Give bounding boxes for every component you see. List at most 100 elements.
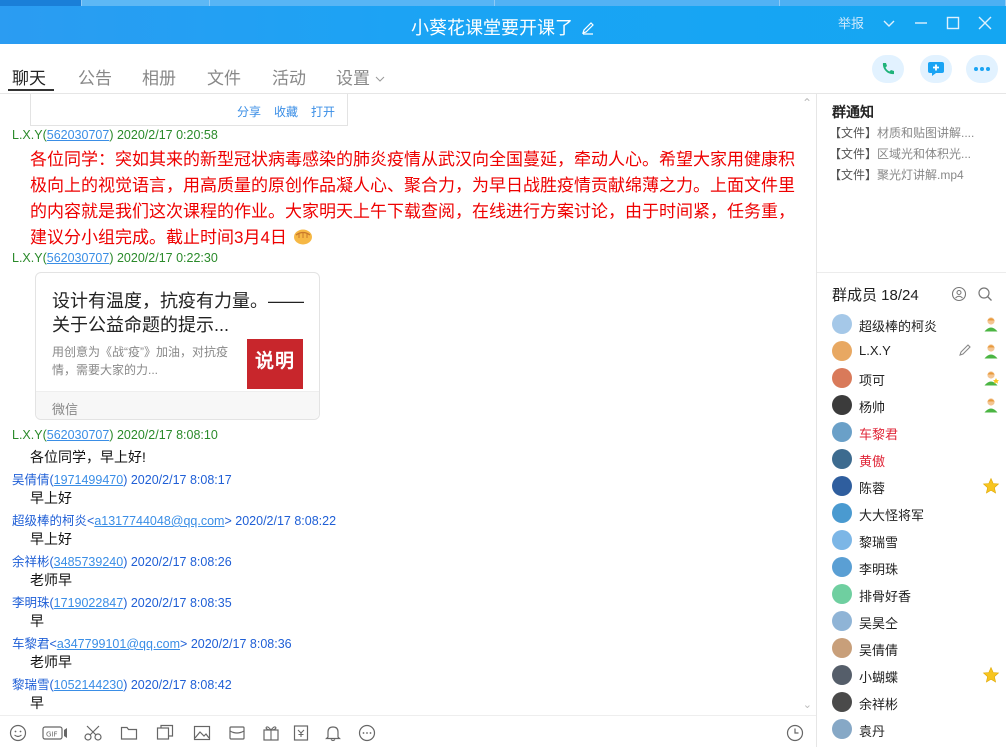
- member-item[interactable]: 余祥彬: [832, 691, 1002, 713]
- image-icon[interactable]: [193, 724, 211, 742]
- payment-icon[interactable]: [292, 724, 310, 742]
- member-item[interactable]: 袁丹: [832, 718, 1002, 740]
- member-item[interactable]: 超级棒的柯炎: [832, 313, 1002, 335]
- notice-item[interactable]: 【文件】聚光灯讲解.mp4: [829, 166, 1001, 183]
- more-button[interactable]: [966, 55, 998, 83]
- avatar: [832, 476, 852, 496]
- search-icon[interactable]: [977, 286, 993, 302]
- notice-item[interactable]: 【文件】区域光和体积光...: [829, 145, 1001, 162]
- admin-badge-icon: [984, 398, 998, 413]
- avatar: [832, 341, 852, 361]
- right-panel: 群通知 【文件】材质和贴图讲解.... 【文件】区域光和体积光... 【文件】聚…: [816, 94, 1006, 747]
- header-tabs: 聊天 公告 相册 文件 活动 设置: [0, 44, 1006, 94]
- member-name: 吴倩倩: [859, 643, 899, 658]
- member-name: L.X.Y: [859, 343, 891, 358]
- member-name: 小蝴蝶: [859, 670, 899, 685]
- avatar: [832, 584, 852, 604]
- open-link[interactable]: 打开: [311, 103, 335, 120]
- history-clock-icon[interactable]: [786, 724, 804, 742]
- link-card-footer: 微信: [36, 391, 319, 419]
- red-packet-icon[interactable]: [228, 724, 246, 742]
- notice-item[interactable]: 【文件】材质和贴图讲解....: [829, 124, 1001, 141]
- member-name: 车黎君: [859, 427, 899, 442]
- member-name: 李明珠: [859, 562, 899, 577]
- member-item[interactable]: 吴昊仝: [832, 610, 1002, 632]
- invite-member-icon[interactable]: [951, 286, 967, 302]
- message-meta: 李明珠(1719022847) 2020/2/17 8:08:35: [12, 596, 232, 610]
- announcement-message: 各位同学：突如其来的新型冠状病毒感染的肺炎疫情从武汉向全国蔓延，牵动人心。希望大…: [30, 150, 795, 247]
- emoji-icon[interactable]: [9, 724, 27, 742]
- message-meta: 吴倩倩(1971499470) 2020/2/17 8:08:17: [12, 473, 232, 487]
- message-text: 早上好: [30, 490, 72, 506]
- gif-icon[interactable]: GIF: [42, 724, 68, 742]
- gift-icon[interactable]: [262, 724, 280, 742]
- avatar: [832, 665, 852, 685]
- tab-activity[interactable]: 活动: [272, 64, 306, 89]
- member-item[interactable]: 排骨好香: [832, 583, 1002, 605]
- chat-area[interactable]: 分享 收藏 打开 ⌃ L.X.Y(562030707) 2020/2/17 0:…: [0, 94, 816, 713]
- tab-chat[interactable]: 聊天: [12, 64, 46, 89]
- member-item[interactable]: 车黎君: [832, 421, 1002, 443]
- message-meta: 超级棒的柯炎<a1317744048@qq.com> 2020/2/17 8:0…: [12, 514, 337, 528]
- collect-link[interactable]: 收藏: [274, 103, 298, 120]
- bell-icon[interactable]: [324, 724, 342, 742]
- member-item[interactable]: 小蝴蝶: [832, 664, 1002, 686]
- screen-capture-icon[interactable]: [156, 724, 174, 742]
- fist-emoji-icon: [293, 229, 312, 245]
- message-text: 早上好: [30, 531, 72, 547]
- link-card-title: 设计有温度，抗疫有力量。——关于公益命题的提示...: [52, 291, 304, 335]
- close-icon[interactable]: ⌃: [802, 96, 812, 110]
- avatar: [832, 638, 852, 658]
- tab-settings[interactable]: 设置: [336, 64, 385, 89]
- member-name: 大大怪将军: [859, 508, 925, 523]
- avatar: [832, 368, 852, 388]
- window-controls: 举报: [838, 13, 992, 32]
- link-card[interactable]: 设计有温度，抗疫有力量。——关于公益命题的提示... 用创意为《战“疫”》加油，…: [35, 272, 320, 420]
- divider: [817, 272, 1006, 273]
- edit-title-icon[interactable]: [581, 21, 595, 35]
- scissors-icon[interactable]: [84, 724, 102, 742]
- share-link[interactable]: 分享: [237, 103, 261, 120]
- report-button[interactable]: 举报: [838, 13, 864, 32]
- admin-badge-icon: [984, 371, 999, 386]
- message-meta: L.X.Y(562030707) 2020/2/17 0:20:58: [12, 128, 218, 142]
- tab-announcement[interactable]: 公告: [78, 64, 112, 89]
- tab-files[interactable]: 文件: [207, 64, 241, 89]
- member-item[interactable]: L.X.Y: [832, 340, 1002, 362]
- link-card-description: 用创意为《战“疫”》加油，对抗疫情，需要大家的力...: [52, 345, 228, 377]
- edit-icon[interactable]: [958, 343, 972, 357]
- member-name: 项可: [859, 373, 886, 388]
- title-bar: 小葵花课堂要开课了 举报: [0, 0, 1006, 44]
- member-item[interactable]: 大大怪将军: [832, 502, 1002, 524]
- chevron-down-icon[interactable]: [882, 16, 896, 30]
- avatar: [832, 503, 852, 523]
- avatar: [832, 719, 852, 739]
- maximize-icon[interactable]: [946, 16, 960, 30]
- member-item[interactable]: 李明珠: [832, 556, 1002, 578]
- more-icon[interactable]: [358, 724, 376, 742]
- members-title: 群成员 18/24: [832, 287, 919, 304]
- tab-album[interactable]: 相册: [142, 64, 176, 89]
- message-text: 老师早: [30, 654, 72, 670]
- minimize-icon[interactable]: [914, 16, 928, 30]
- member-item[interactable]: 黎瑞雪: [832, 529, 1002, 551]
- add-chat-icon: [928, 62, 944, 76]
- share-screen-button[interactable]: [920, 55, 952, 83]
- member-item[interactable]: 杨帅: [832, 394, 1002, 416]
- call-button[interactable]: [872, 55, 904, 83]
- scroll-down-icon[interactable]: ⌄: [803, 698, 812, 711]
- message-text: 早: [30, 695, 44, 711]
- active-tab-indicator: [8, 89, 54, 91]
- member-item[interactable]: 陈蓉: [832, 475, 1002, 497]
- member-name: 袁丹: [859, 724, 886, 739]
- member-item[interactable]: 黄傲: [832, 448, 1002, 470]
- member-name: 余祥彬: [859, 697, 899, 712]
- member-item[interactable]: 吴倩倩: [832, 637, 1002, 659]
- avatar: [832, 422, 852, 442]
- star-badge-icon: [982, 477, 1000, 494]
- message-meta: 余祥彬(3485739240) 2020/2/17 8:08:26: [12, 555, 232, 569]
- close-icon[interactable]: [978, 16, 992, 30]
- avatar: [832, 557, 852, 577]
- folder-icon[interactable]: [120, 724, 138, 742]
- member-item[interactable]: 项可: [832, 367, 1002, 389]
